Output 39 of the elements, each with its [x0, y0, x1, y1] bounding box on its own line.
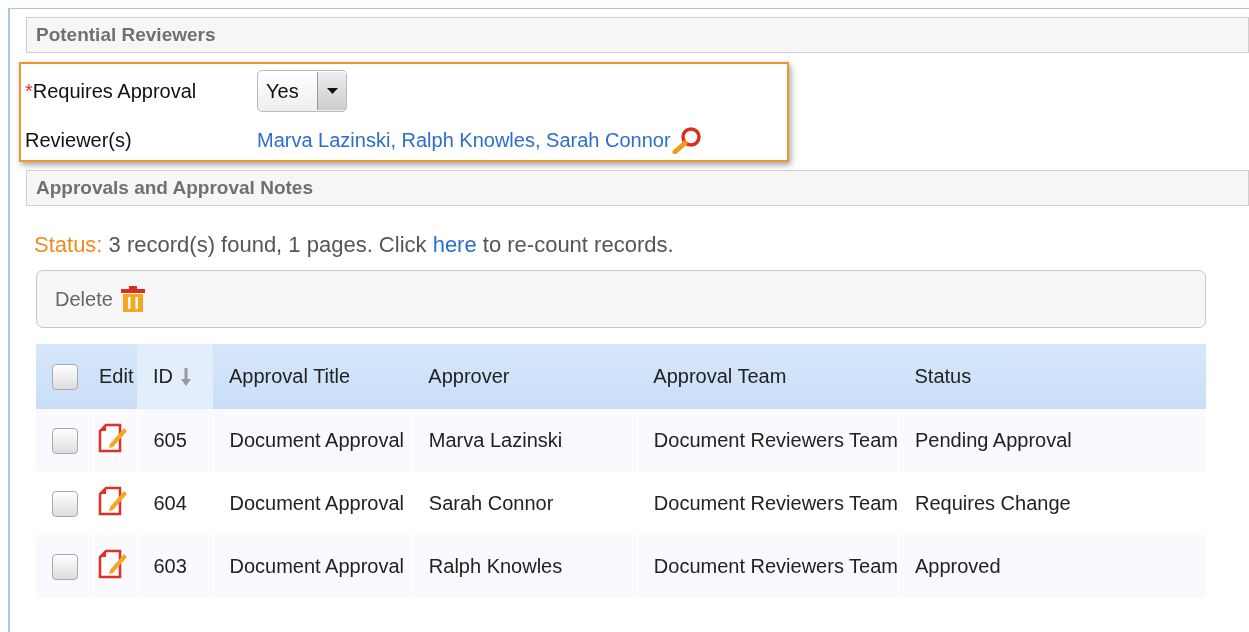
checkbox[interactable]	[52, 427, 78, 454]
table-cell: Approved	[898, 535, 1206, 598]
column-header[interactable]: Approver	[412, 344, 638, 409]
table-cell: Document Approval	[213, 409, 413, 472]
reviewer-link[interactable]: Ralph Knowles	[401, 128, 535, 152]
delete-button[interactable]: Delete	[55, 286, 145, 312]
caret-icon	[326, 88, 338, 94]
table-cell: Document Approval	[213, 535, 413, 598]
edit-icon[interactable]	[97, 422, 128, 454]
column-header[interactable]: Approval Title	[213, 344, 413, 409]
column-header[interactable]: Approval Team	[637, 344, 899, 409]
edit-icon[interactable]	[97, 548, 128, 580]
search-icon[interactable]	[670, 126, 703, 154]
table-cell: Pending Approval	[898, 409, 1206, 472]
table-cell: 603	[137, 535, 213, 598]
table-cell: Ralph Knowles	[412, 535, 638, 598]
column-header[interactable]: ID	[137, 344, 213, 409]
column-header[interactable]: Status	[898, 344, 1206, 409]
reviewer-list: Marva Lazinski, Ralph Knowles, Sarah Connor	[257, 126, 703, 154]
table-cell: Document Reviewers Team	[637, 535, 899, 598]
edit-icon[interactable]	[97, 485, 128, 517]
reviewer-link[interactable]: Sarah Connor	[546, 128, 671, 152]
trash-icon	[120, 286, 145, 312]
field-label: *Requires Approval	[25, 79, 198, 103]
checkbox[interactable]	[52, 553, 78, 580]
table-cell: Document Reviewers Team	[637, 409, 899, 472]
section-title: Potential Reviewers	[36, 24, 216, 46]
table-cell: Marva Lazinski	[412, 409, 638, 472]
status-message: Status: 3 record(s) found, 1 pages. Click here to re-count records.	[34, 232, 675, 258]
table-cell: 605	[137, 409, 213, 472]
reviewer-link[interactable]: Marva Lazinski	[257, 128, 391, 152]
sort-down-icon	[181, 367, 191, 386]
column-header: Edit	[93, 344, 137, 409]
field-label: Reviewer(s)	[25, 128, 133, 152]
checkbox[interactable]	[52, 363, 78, 390]
requires-approval-dropdown[interactable]: Yes	[257, 70, 347, 112]
checkbox[interactable]	[52, 490, 78, 517]
section-title: Approvals and Approval Notes	[36, 177, 313, 199]
recount-link[interactable]: here	[432, 232, 477, 257]
